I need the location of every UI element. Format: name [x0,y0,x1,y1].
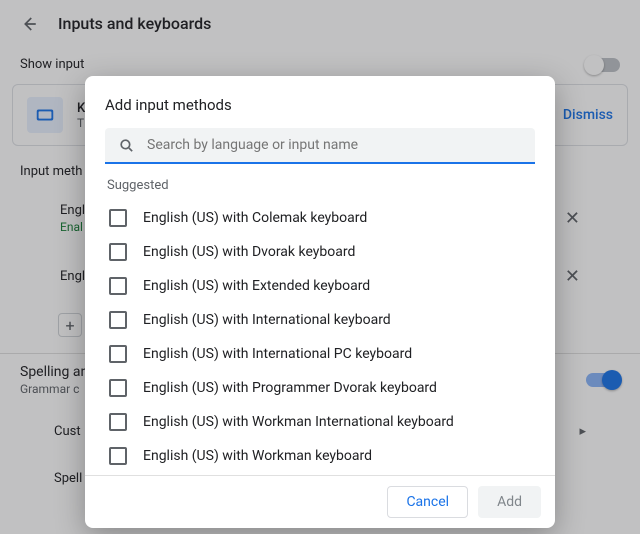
suggested-list: English (US) with Colemak keyboard Engli… [105,201,535,473]
cancel-button[interactable]: Cancel [387,486,468,518]
option-label: English (US) with Workman keyboard [143,448,372,464]
option-label: English (US) with Extended keyboard [143,278,370,294]
option-label: English (US) with Programmer Dvorak keyb… [143,380,437,396]
input-method-option[interactable]: English (US) with Colemak keyboard [105,201,535,235]
checkbox[interactable] [109,447,127,465]
dialog-title: Add input methods [105,96,535,114]
checkbox[interactable] [109,209,127,227]
checkbox[interactable] [109,413,127,431]
option-label: English (US) with Dvorak keyboard [143,244,355,260]
suggested-label: Suggested [107,178,535,193]
input-method-option[interactable]: English (US) with Dvorak keyboard [105,235,535,269]
option-label: English (US) with International PC keybo… [143,346,412,362]
option-label: English (US) with Workman International … [143,414,454,430]
dialog-footer: Cancel Add [85,475,555,528]
option-label: English (US) with International keyboard [143,312,391,328]
add-input-methods-dialog: Add input methods Suggested English (US)… [85,76,555,528]
checkbox[interactable] [109,277,127,295]
input-method-option[interactable]: English (US) with Programmer Dvorak keyb… [105,371,535,405]
checkbox[interactable] [109,379,127,397]
input-method-option[interactable]: English (US) with Workman International … [105,405,535,439]
input-method-option[interactable]: English (US) with International PC keybo… [105,337,535,371]
checkbox[interactable] [109,243,127,261]
search-icon [117,136,135,154]
input-method-option[interactable]: English (US) with Workman keyboard [105,439,535,473]
input-method-option[interactable]: English (US) with Extended keyboard [105,269,535,303]
add-button[interactable]: Add [478,486,541,518]
search-field[interactable] [105,128,535,164]
checkbox[interactable] [109,345,127,363]
option-label: English (US) with Colemak keyboard [143,210,367,226]
checkbox[interactable] [109,311,127,329]
input-method-option[interactable]: English (US) with International keyboard [105,303,535,337]
search-input[interactable] [147,137,523,153]
